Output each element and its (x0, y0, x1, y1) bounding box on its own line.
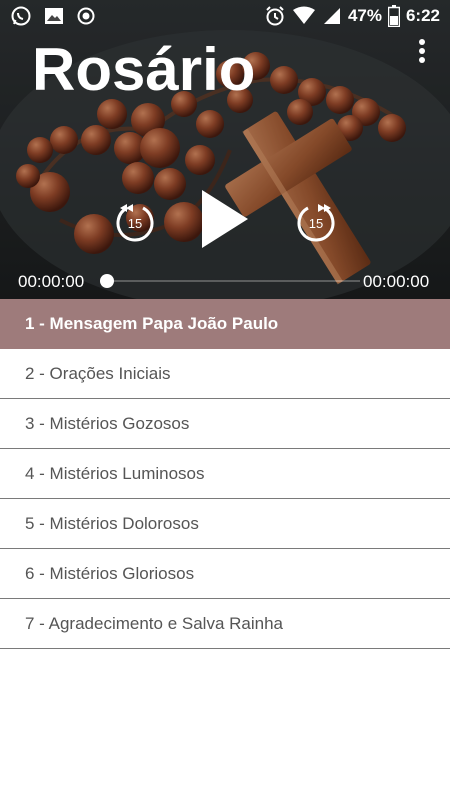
track-label: 1 - Mensagem Papa João Paulo (25, 313, 279, 333)
track-label: 6 - Mistérios Gloriosos (25, 563, 195, 583)
track-item[interactable]: 7 - Agradecimento e Salva Rainha (0, 599, 450, 649)
signal-icon (323, 8, 340, 24)
current-time: 00:00:00 (18, 272, 85, 291)
forward-15-button[interactable]: 15 (294, 200, 338, 244)
status-bar-notifications (10, 5, 96, 27)
play-button[interactable] (200, 188, 250, 250)
clock: 6:22 (405, 6, 440, 25)
more-vertical-icon[interactable] (410, 36, 434, 68)
track-item[interactable]: 6 - Mistérios Gloriosos (0, 549, 450, 599)
track-label: 2 - Orações Iniciais (25, 363, 171, 383)
player-header: 47% 6:22 Rosário 15 15 00:00:00 00:00:00 (0, 0, 450, 299)
track-list: 1 - Mensagem Papa João Paulo 2 - Orações… (0, 299, 450, 649)
track-item[interactable]: 2 - Orações Iniciais (0, 349, 450, 399)
battery-icon (387, 5, 400, 27)
seek-handle[interactable] (100, 274, 114, 288)
track-label: 3 - Mistérios Gozosos (25, 413, 190, 433)
total-time: 00:00:00 (363, 272, 430, 291)
rewind-seconds: 15 (128, 216, 142, 231)
battery-percent: 47% (347, 6, 382, 25)
track-label: 7 - Agradecimento e Salva Rainha (25, 613, 283, 633)
track-label: 5 - Mistérios Dolorosos (25, 513, 199, 533)
fast-forward-icon: 15 (297, 204, 335, 242)
status-bar: 47% 6:22 (0, 0, 450, 32)
whatsapp-icon (11, 6, 31, 26)
play-icon (202, 190, 248, 248)
forward-seconds: 15 (309, 216, 323, 231)
track-label: 4 - Mistérios Luminosos (25, 463, 205, 483)
track-item[interactable]: 4 - Mistérios Luminosos (0, 449, 450, 499)
image-icon (45, 8, 63, 24)
record-icon (77, 7, 95, 25)
rewind-icon: 15 (116, 204, 154, 242)
page-title: Rosário (32, 36, 256, 103)
track-item[interactable]: 1 - Mensagem Papa João Paulo (0, 299, 450, 349)
wifi-icon (292, 6, 315, 24)
status-bar-system: 47% 6:22 (264, 5, 440, 27)
seek-bar[interactable] (100, 280, 360, 282)
track-item[interactable]: 5 - Mistérios Dolorosos (0, 499, 450, 549)
alarm-icon (266, 6, 284, 26)
track-item[interactable]: 3 - Mistérios Gozosos (0, 399, 450, 449)
rewind-15-button[interactable]: 15 (113, 200, 157, 244)
